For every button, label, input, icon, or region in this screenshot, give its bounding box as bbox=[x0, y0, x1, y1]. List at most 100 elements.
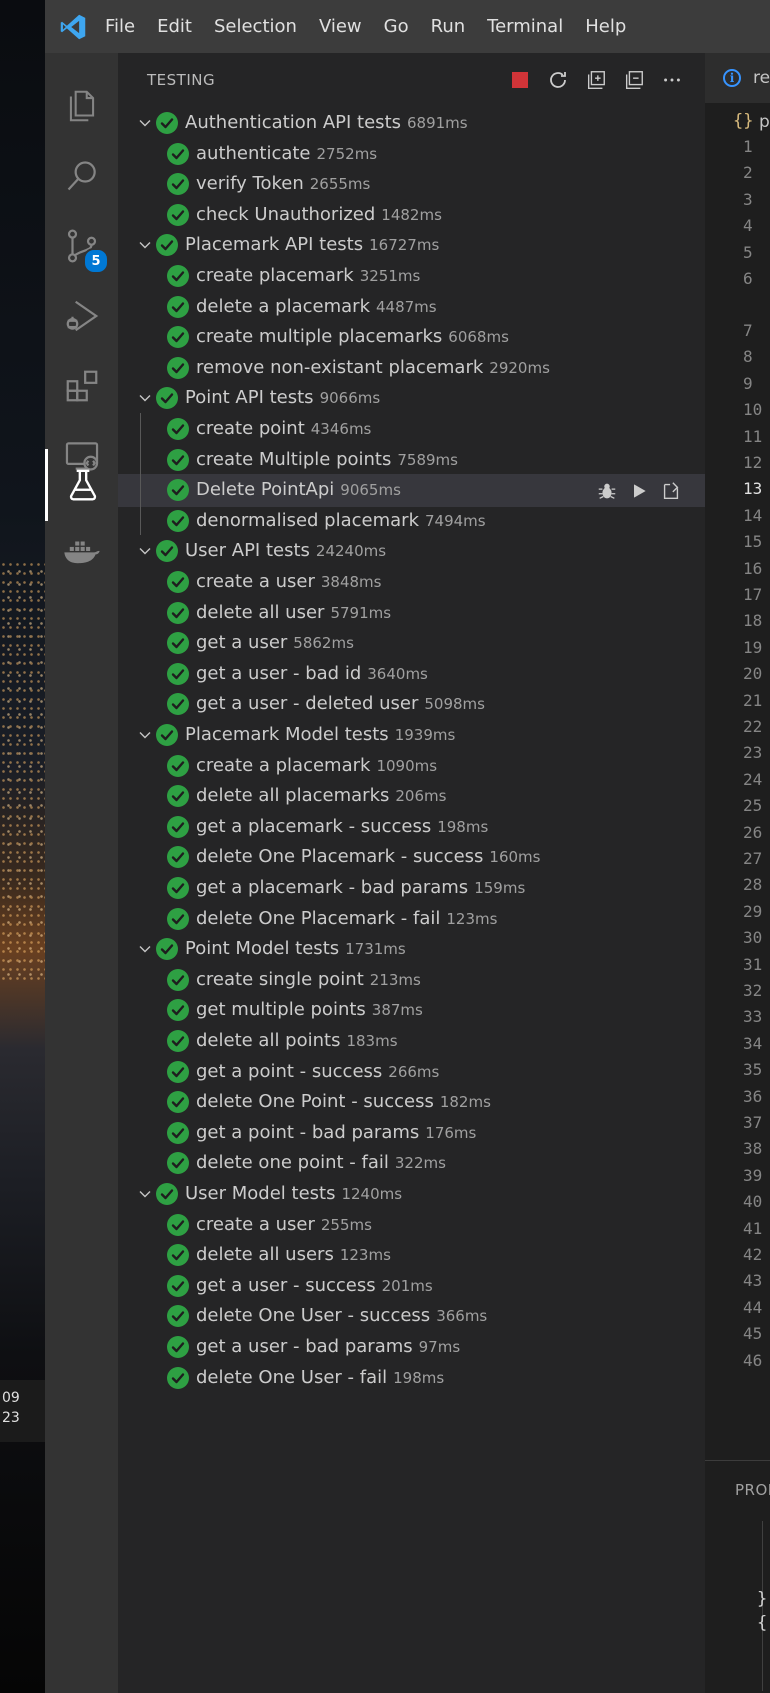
test-case-row[interactable]: get a user - success 201ms bbox=[118, 1270, 705, 1303]
test-case-row[interactable]: delete One Point - success 182ms bbox=[118, 1086, 705, 1119]
line-number: 23 bbox=[705, 743, 770, 767]
chevron-down-icon[interactable] bbox=[137, 1186, 153, 1202]
line-number: 24 bbox=[705, 770, 770, 794]
breadcrumb[interactable]: p bbox=[759, 112, 770, 132]
refresh-icon[interactable] bbox=[545, 67, 571, 93]
activity-testing[interactable] bbox=[45, 449, 118, 521]
passed-check-icon bbox=[156, 387, 178, 410]
more-actions-icon[interactable] bbox=[659, 67, 685, 93]
menu-file[interactable]: File bbox=[105, 16, 135, 37]
chevron-down-icon[interactable] bbox=[137, 115, 153, 131]
line-number-text: 28 bbox=[743, 875, 763, 895]
test-label: get a point - bad params 176ms bbox=[196, 1122, 476, 1143]
line-number: 33 bbox=[705, 1007, 770, 1031]
chevron-down-icon[interactable] bbox=[137, 727, 153, 743]
show-output-icon[interactable] bbox=[621, 67, 647, 93]
passed-check-icon bbox=[167, 203, 189, 226]
test-case-row[interactable]: get a placemark - success 198ms bbox=[118, 811, 705, 844]
test-case-row[interactable]: get a user 5862ms bbox=[118, 627, 705, 660]
test-case-row[interactable]: denormalised placemark 7494ms bbox=[118, 505, 705, 538]
chevron-down-icon[interactable] bbox=[137, 390, 153, 406]
line-number: 21 bbox=[705, 691, 770, 715]
info-icon: i bbox=[723, 69, 741, 87]
test-case-row[interactable]: delete a placemark 4487ms bbox=[118, 291, 705, 324]
test-case-row[interactable]: create a user 255ms bbox=[118, 1209, 705, 1242]
activity-explorer[interactable] bbox=[45, 71, 118, 141]
vscode-logo-icon[interactable] bbox=[59, 13, 87, 41]
taskbar-clock[interactable]: 09 23 bbox=[0, 1380, 45, 1442]
test-suite-row[interactable]: Placemark Model tests 1939ms bbox=[118, 719, 705, 752]
stop-icon[interactable] bbox=[507, 67, 533, 93]
test-suite-row[interactable]: Authentication API tests 6891ms bbox=[118, 107, 705, 140]
test-case-row[interactable]: delete all user 5791ms bbox=[118, 597, 705, 630]
test-label: create multiple placemarks 6068ms bbox=[196, 326, 509, 347]
test-case-row[interactable]: create a user 3848ms bbox=[118, 566, 705, 599]
test-case-row[interactable]: create Multiple points 7589ms bbox=[118, 444, 705, 477]
test-case-row[interactable]: delete One User - success 366ms bbox=[118, 1300, 705, 1333]
test-case-row[interactable]: create point 4346ms bbox=[118, 413, 705, 446]
test-case-row[interactable]: delete one point - fail 322ms bbox=[118, 1147, 705, 1180]
editor-tab-bar: i re bbox=[705, 53, 770, 103]
test-case-row[interactable]: create placemark 3251ms bbox=[118, 260, 705, 293]
line-number: 19 bbox=[705, 638, 770, 662]
test-name: delete One Placemark - success bbox=[196, 846, 484, 868]
test-suite-row[interactable]: User API tests 24240ms bbox=[118, 535, 705, 568]
test-case-row[interactable]: create multiple placemarks 6068ms bbox=[118, 321, 705, 354]
test-case-row[interactable]: delete One User - fail 198ms bbox=[118, 1362, 705, 1395]
activity-extensions[interactable] bbox=[45, 351, 118, 421]
test-case-row[interactable]: get a user - bad params 97ms bbox=[118, 1331, 705, 1364]
test-case-row[interactable]: delete One Placemark - success 160ms bbox=[118, 841, 705, 874]
menu-edit[interactable]: Edit bbox=[157, 16, 192, 37]
test-case-row[interactable]: create a placemark 1090ms bbox=[118, 750, 705, 783]
chevron-down-icon[interactable] bbox=[137, 237, 153, 253]
activity-search[interactable] bbox=[45, 141, 118, 211]
test-case-row[interactable]: authenticate 2752ms bbox=[118, 138, 705, 171]
run-debug-icon bbox=[66, 300, 98, 332]
activity-docker[interactable] bbox=[45, 516, 118, 586]
menu-terminal[interactable]: Terminal bbox=[487, 16, 563, 37]
chevron-down-icon[interactable] bbox=[137, 543, 153, 559]
test-case-row[interactable]: get multiple points 387ms bbox=[118, 994, 705, 1027]
debug-test-icon[interactable] bbox=[595, 479, 619, 503]
passed-check-icon bbox=[167, 968, 189, 991]
menu-view[interactable]: View bbox=[319, 16, 362, 37]
test-suite-row[interactable]: User Model tests 1240ms bbox=[118, 1178, 705, 1211]
line-number-text: 11 bbox=[743, 426, 763, 446]
editor-tab[interactable]: i re bbox=[705, 53, 770, 103]
activity-source-control[interactable]: 5 bbox=[45, 211, 118, 281]
test-case-row[interactable]: check Unauthorized 1482ms bbox=[118, 199, 705, 232]
test-suite-row[interactable]: Placemark API tests 16727ms bbox=[118, 229, 705, 262]
test-case-row[interactable]: Delete PointApi 9065ms bbox=[118, 474, 705, 508]
test-case-row[interactable]: verify Token 2655ms bbox=[118, 168, 705, 201]
menu-selection[interactable]: Selection bbox=[214, 16, 297, 37]
activity-run-debug[interactable] bbox=[45, 281, 118, 351]
line-number: 25 bbox=[705, 796, 770, 820]
menu-go[interactable]: Go bbox=[384, 16, 409, 37]
test-case-row[interactable]: get a user - bad id 3640ms bbox=[118, 658, 705, 691]
run-test-icon[interactable] bbox=[627, 479, 651, 503]
chevron-down-icon[interactable] bbox=[137, 941, 153, 957]
test-case-row[interactable]: get a point - bad params 176ms bbox=[118, 1117, 705, 1150]
line-number: 30 bbox=[705, 928, 770, 952]
menu-help[interactable]: Help bbox=[585, 16, 626, 37]
test-case-row[interactable]: create single point 213ms bbox=[118, 964, 705, 997]
test-suite-row[interactable]: Point Model tests 1731ms bbox=[118, 933, 705, 966]
test-name: Point API tests bbox=[185, 387, 314, 409]
menu-run[interactable]: Run bbox=[431, 16, 466, 37]
line-number-text: 12 bbox=[743, 453, 763, 472]
test-case-row[interactable]: get a placemark - bad params 159ms bbox=[118, 872, 705, 905]
test-case-row[interactable]: delete all placemarks 206ms bbox=[118, 780, 705, 813]
test-case-row[interactable]: remove non-existant placemark 2920ms bbox=[118, 352, 705, 385]
line-number: 3 bbox=[705, 190, 770, 214]
collapse-all-icon[interactable] bbox=[583, 67, 609, 93]
test-case-row[interactable]: get a point - success 266ms bbox=[118, 1056, 705, 1089]
go-to-test-icon[interactable] bbox=[659, 479, 683, 503]
test-case-row[interactable]: delete all points 183ms bbox=[118, 1025, 705, 1058]
test-case-row[interactable]: delete all users 123ms bbox=[118, 1239, 705, 1272]
test-case-row[interactable]: delete One Placemark - fail 123ms bbox=[118, 903, 705, 936]
line-number-text: 46 bbox=[743, 1350, 763, 1370]
test-suite-row[interactable]: Point API tests 9066ms bbox=[118, 382, 705, 415]
panel-tab-problems[interactable]: PROI bbox=[735, 1481, 770, 1499]
test-case-row[interactable]: get a user - deleted user 5098ms bbox=[118, 688, 705, 721]
clock-line-1: 09 bbox=[2, 1390, 20, 1406]
